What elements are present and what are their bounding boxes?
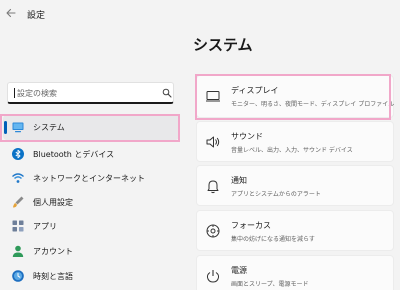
person-icon xyxy=(12,245,24,257)
sidebar-item-label: アプリ xyxy=(33,222,57,231)
sidebar-item-label: Bluetooth とデバイス xyxy=(33,150,115,159)
back-arrow-icon[interactable] xyxy=(4,6,18,20)
sidebar-item-apps[interactable]: アプリ xyxy=(3,214,179,239)
bell-icon xyxy=(207,180,219,194)
power-icon xyxy=(206,270,220,283)
wifi-icon xyxy=(12,173,24,183)
sidebar-item-network[interactable]: ネットワークとインターネット xyxy=(3,166,179,191)
sidebar-item-label: 個人用設定 xyxy=(33,198,73,207)
bluetooth-icon xyxy=(12,148,24,160)
search-box[interactable] xyxy=(7,82,174,104)
search-input[interactable] xyxy=(17,86,152,100)
card-sound[interactable]: サウンド 音量レベル、出力、入力、サウンド デバイス xyxy=(196,121,394,162)
card-subtitle: 画面とスリープ、電源モード xyxy=(231,281,309,288)
highlight-box xyxy=(195,74,391,120)
text-cursor xyxy=(14,88,15,98)
sidebar-item-label: 時刻と言語 xyxy=(33,272,73,281)
search-icon[interactable] xyxy=(162,88,172,98)
focus-icon xyxy=(206,224,220,238)
page-title: システム xyxy=(193,36,253,54)
app-title: 設定 xyxy=(27,11,46,21)
brush-icon xyxy=(13,196,24,208)
sidebar-item-bluetooth[interactable]: Bluetooth とデバイス xyxy=(3,142,179,167)
sidebar-item-personalization[interactable]: 個人用設定 xyxy=(3,190,179,215)
card-subtitle: アプリとシステムからのアラート xyxy=(231,191,321,198)
speaker-icon xyxy=(206,136,220,148)
card-focus[interactable]: フォーカス 集中の妨げになる通知を減らす xyxy=(196,210,394,251)
card-title: サウンド xyxy=(231,132,263,141)
sidebar-item-label: アカウント xyxy=(33,247,73,256)
card-subtitle: 音量レベル、出力、入力、サウンド デバイス xyxy=(231,147,353,154)
globe-clock-icon xyxy=(12,270,24,282)
highlight-box xyxy=(0,114,180,142)
sidebar-item-accounts[interactable]: アカウント xyxy=(3,239,179,264)
sidebar-item-time-language[interactable]: 時刻と言語 xyxy=(3,264,179,289)
title-bar: 設定 xyxy=(0,0,400,26)
card-title: 通知 xyxy=(231,176,247,185)
apps-icon xyxy=(12,220,24,232)
card-title: フォーカス xyxy=(231,221,271,230)
card-subtitle: 集中の妨げになる通知を減らす xyxy=(231,236,315,243)
card-notifications[interactable]: 通知 アプリとシステムからのアラート xyxy=(196,165,394,206)
sidebar-item-label: ネットワークとインターネット xyxy=(33,174,145,183)
card-power[interactable]: 電源 画面とスリープ、電源モード xyxy=(196,255,394,290)
card-title: 電源 xyxy=(231,266,247,275)
